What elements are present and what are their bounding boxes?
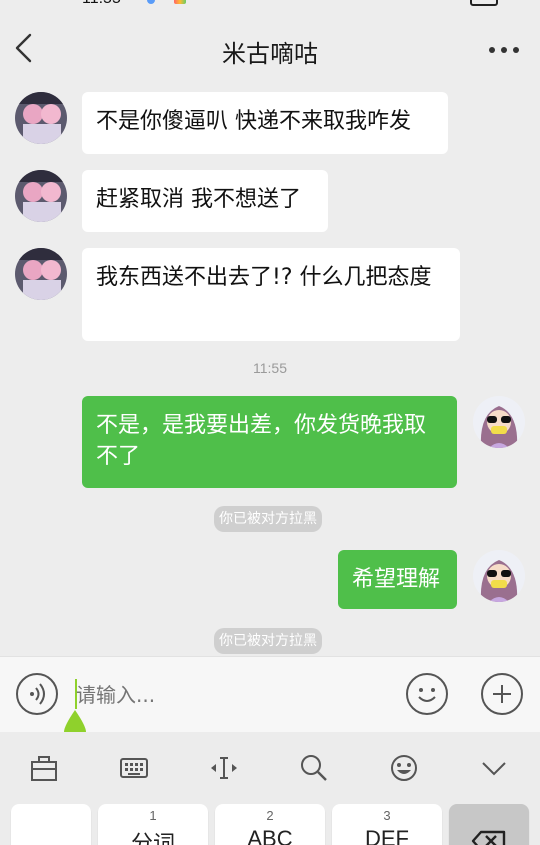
contact-avatar[interactable] — [15, 92, 67, 144]
key-1-segment[interactable]: 1 分词 — [98, 804, 208, 845]
toolbox-icon[interactable] — [28, 752, 60, 784]
backspace-icon — [471, 830, 506, 845]
collapse-keyboard-icon[interactable] — [478, 752, 510, 784]
title-bar: 米古嘀咕 — [0, 10, 540, 86]
app-notification-icon — [174, 0, 186, 4]
key-comma[interactable]: ， — [11, 804, 91, 845]
message-timestamp: 11:55 — [253, 360, 287, 376]
plus-icon — [493, 685, 511, 703]
key-backspace[interactable] — [449, 804, 529, 845]
message-text: 我东西送不出去了!? 什么几把态度 — [96, 265, 432, 290]
contact-avatar[interactable] — [15, 248, 67, 300]
voice-icon — [30, 683, 45, 705]
more-options-icon[interactable] — [488, 46, 520, 54]
search-icon[interactable] — [298, 752, 330, 784]
battery-icon — [470, 0, 498, 6]
keyboard-icon[interactable] — [118, 752, 150, 784]
chat-title: 米古嘀咕 — [222, 40, 318, 68]
message-input[interactable] — [74, 677, 384, 713]
message-text: 赶紧取消 我不想送了 — [96, 187, 301, 212]
message-bubble-outgoing[interactable]: 希望理解 — [338, 550, 457, 609]
key-3-def[interactable]: 3 DEF — [332, 804, 442, 845]
message-bubble-incoming[interactable]: 我东西送不出去了!? 什么几把态度 — [82, 248, 460, 341]
message-bubble-incoming[interactable]: 不是你傻逼叭 快递不来取我咋发 — [82, 92, 448, 154]
notification-icon — [147, 0, 155, 4]
voice-input-button[interactable] — [16, 673, 58, 715]
contact-avatar[interactable] — [15, 170, 67, 222]
message-text: 不是你傻逼叭 快递不来取我咋发 — [96, 109, 411, 134]
emoji-button[interactable] — [406, 673, 448, 715]
chat-message-list[interactable]: 不是你傻逼叭 快递不来取我咋发 赶紧取消 我不想送了 我东西送不出去了!? 什么… — [0, 86, 540, 656]
system-notice: 你已被对方拉黑 — [214, 628, 322, 654]
message-bubble-outgoing[interactable]: 不是，是我要出差，你发货晚我取不了 — [82, 396, 457, 488]
message-bubble-incoming[interactable]: 赶紧取消 我不想送了 — [82, 170, 328, 232]
my-avatar[interactable] — [473, 396, 525, 448]
emoji-icon[interactable] — [388, 752, 420, 784]
keyboard-toolbar — [0, 732, 540, 802]
my-avatar[interactable] — [473, 550, 525, 602]
key-2-abc[interactable]: 2 ABC — [215, 804, 325, 845]
status-time: 11:55 — [82, 0, 121, 8]
cursor-move-icon[interactable] — [208, 752, 240, 784]
status-bar: 11:55 — [0, 0, 540, 10]
message-text: 希望理解 — [352, 567, 441, 592]
message-text: 不是，是我要出差，你发货晚我取不了 — [96, 413, 427, 469]
keyboard: ， 1 分词 2 ABC 3 DEF — [0, 802, 540, 845]
system-notice: 你已被对方拉黑 — [214, 506, 322, 532]
smiley-icon — [418, 688, 436, 702]
add-attachment-button[interactable] — [481, 673, 523, 715]
